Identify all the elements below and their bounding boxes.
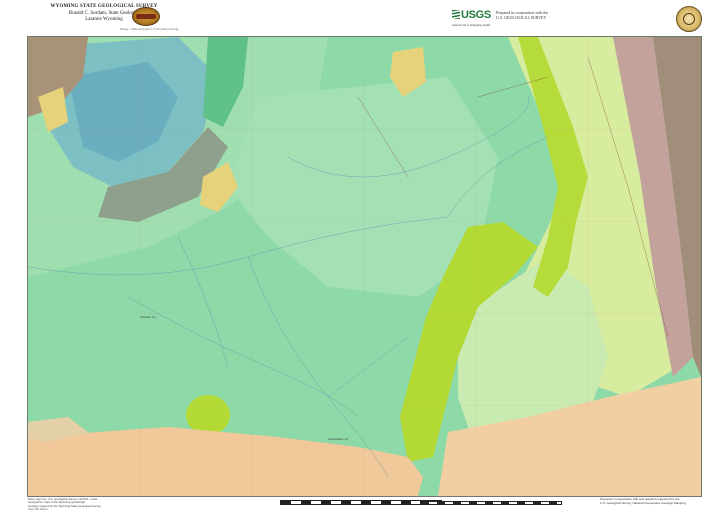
wsgs-seal-icon: [132, 7, 160, 26]
geologic-map[interactable]: Sublette Co Sweetwater Co: [27, 36, 702, 497]
boundary-label-1: Sublette Co: [140, 315, 156, 319]
usgs-wave-icon: [452, 10, 460, 19]
scale-bar-miles: [280, 500, 442, 505]
agency-block: WYOMING STATE GEOLOGICAL SURVEY Ronald C…: [24, 4, 184, 24]
base-map-credit: Base map from U.S. Geological Survey 1:2…: [28, 497, 143, 508]
scale-bar-kilometers: [420, 501, 562, 505]
usgs-logo-text: USGS: [461, 9, 491, 21]
seal-caption: Energy - Minerals Aspects of Wyoming Geo…: [120, 27, 179, 31]
agency-location: Laramie Wyoming: [85, 17, 123, 22]
report-id: Open File Report: [28, 508, 48, 511]
usgs-logo: USGS: [452, 9, 491, 21]
cooperation-line-2: U.S. GEOLOGICAL SURVEY: [496, 15, 547, 21]
unit-yellow-green-sw: [186, 395, 230, 435]
boundary-label-2: Sweetwater Co: [328, 437, 349, 441]
map-footer: Base map from U.S. Geological Survey 1:2…: [0, 497, 720, 513]
usgs-tagline: science for a changing world: [452, 23, 491, 27]
note-line-2: U.S. Geological Survey, National Coopera…: [600, 500, 686, 505]
state-seal-icon: [676, 6, 702, 32]
cooperation-note: Prepared in cooperation with the U.S. GE…: [496, 10, 588, 20]
geologic-map-canvas: [28, 37, 701, 496]
research-note: Prepared in cooperation with and researc…: [600, 497, 710, 506]
map-header: WYOMING STATE GEOLOGICAL SURVEY Ronald C…: [0, 0, 720, 36]
